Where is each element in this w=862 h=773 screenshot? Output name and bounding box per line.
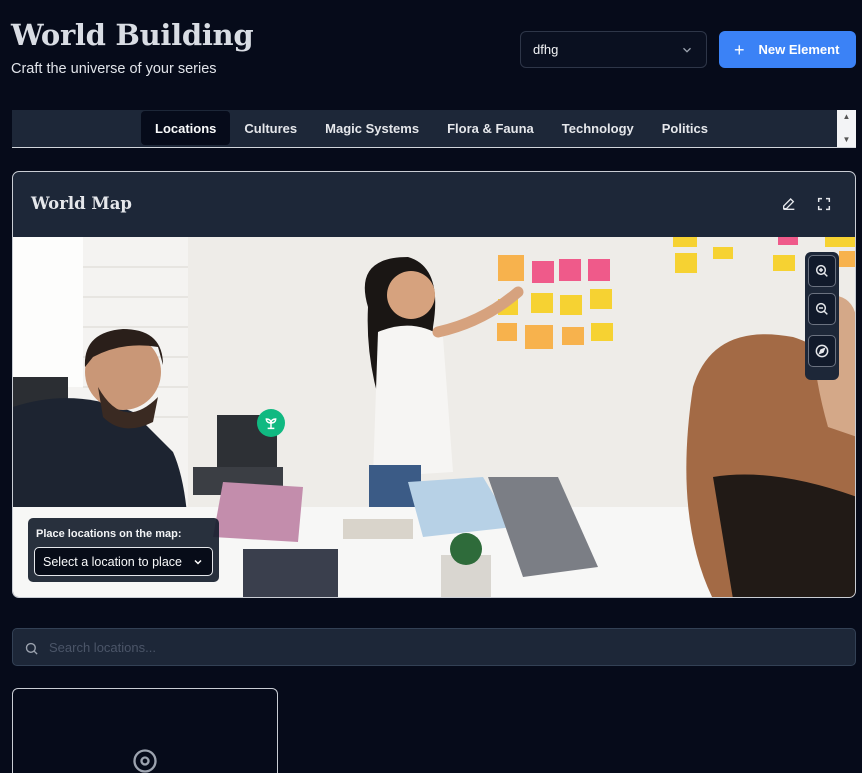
chevron-down-icon xyxy=(194,559,202,565)
pencil-icon[interactable] xyxy=(781,196,797,212)
search-icon xyxy=(25,642,38,655)
series-select[interactable]: dfhg xyxy=(520,31,707,68)
chevron-down-icon xyxy=(683,47,691,53)
tab-cultures[interactable]: Cultures xyxy=(230,111,311,145)
page-subtitle: Craft the universe of your series xyxy=(11,61,217,77)
place-locations-panel: Place locations on the map: Select a loc… xyxy=(28,518,219,582)
search-input[interactable] xyxy=(49,629,839,665)
zoom-in-button[interactable] xyxy=(808,255,836,287)
tab-magic-systems[interactable]: Magic Systems xyxy=(311,111,433,145)
sprout-icon xyxy=(265,418,277,430)
tab-flora-fauna[interactable]: Flora & Fauna xyxy=(433,111,548,145)
tab-bar: Locations Cultures Magic Systems Flora &… xyxy=(12,110,856,148)
map-zoom-controls xyxy=(805,252,839,380)
zoom-in-icon xyxy=(815,264,828,277)
zoom-out-icon xyxy=(815,302,828,315)
tab-scrollbar[interactable]: ▲ ▼ xyxy=(837,110,856,147)
page-title: World Building xyxy=(11,18,254,52)
tab-locations[interactable]: Locations xyxy=(141,111,231,145)
scroll-up-arrow-icon[interactable]: ▲ xyxy=(843,113,851,121)
fullscreen-icon[interactable] xyxy=(816,196,832,212)
zoom-out-button[interactable] xyxy=(808,293,836,325)
place-locations-label: Place locations on the map: xyxy=(36,528,182,540)
map-location-pin[interactable] xyxy=(257,409,285,437)
location-search xyxy=(12,628,856,666)
new-element-label: New Element xyxy=(758,42,840,57)
place-location-select-value: Select a location to place xyxy=(43,554,182,569)
map-image[interactable]: Place locations on the map: Select a loc… xyxy=(13,237,855,597)
scroll-down-arrow-icon[interactable]: ▼ xyxy=(843,136,851,144)
place-location-select[interactable]: Select a location to place xyxy=(34,547,213,576)
world-map-card: World Map Place locations on the map: Se… xyxy=(12,171,856,598)
plus-icon: + xyxy=(734,39,745,60)
recenter-button[interactable] xyxy=(808,335,836,367)
tab-politics[interactable]: Politics xyxy=(648,111,722,145)
map-title: World Map xyxy=(31,194,132,213)
new-element-button[interactable]: + New Element xyxy=(719,31,856,68)
map-pin-icon xyxy=(133,749,157,773)
location-card[interactable] xyxy=(12,688,278,773)
compass-icon xyxy=(815,344,829,358)
tab-technology[interactable]: Technology xyxy=(548,111,648,145)
series-select-value: dfhg xyxy=(533,42,559,57)
